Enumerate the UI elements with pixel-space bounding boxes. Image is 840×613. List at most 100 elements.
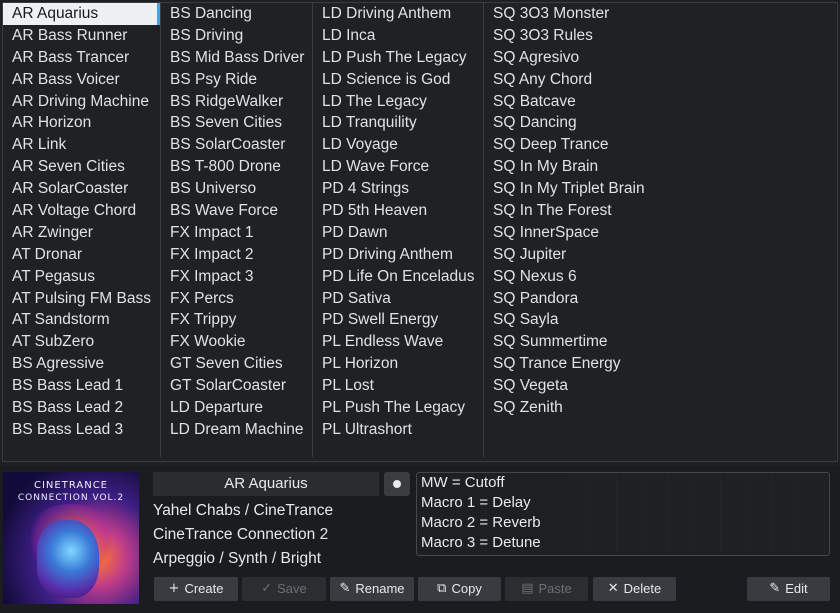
preset-item[interactable]: BS Mid Bass Driver bbox=[161, 47, 312, 69]
preset-item[interactable]: BS Wave Force bbox=[161, 200, 312, 222]
preset-item[interactable]: PD Swell Energy bbox=[313, 309, 483, 331]
preset-item[interactable]: AR Bass Runner bbox=[3, 25, 160, 47]
preset-item[interactable]: SQ Sayla bbox=[484, 309, 834, 331]
preset-item[interactable]: AR Link bbox=[3, 134, 160, 156]
preset-item[interactable]: PL Ultrashort bbox=[313, 419, 483, 441]
preset-item[interactable]: FX Impact 3 bbox=[161, 266, 312, 288]
preset-item[interactable]: SQ Agresivo bbox=[484, 47, 834, 69]
preset-item[interactable]: SQ Summertime bbox=[484, 331, 834, 353]
preset-item[interactable]: AR SolarCoaster bbox=[3, 178, 160, 200]
preset-item[interactable]: GT Seven Cities bbox=[161, 353, 312, 375]
cover-title: CINETRANCE bbox=[33, 480, 108, 491]
preset-item[interactable]: SQ Jupiter bbox=[484, 244, 834, 266]
preset-item[interactable]: SQ 3O3 Monster bbox=[484, 3, 834, 25]
preset-item[interactable]: BS RidgeWalker bbox=[161, 91, 312, 113]
preset-item[interactable]: SQ In My Triplet Brain bbox=[484, 178, 834, 200]
create-button[interactable]: + Create bbox=[154, 577, 238, 601]
preset-item[interactable]: AR Zwinger bbox=[3, 222, 160, 244]
preset-item[interactable]: BS T-800 Drone bbox=[161, 156, 312, 178]
macro-description: MW = Cutoff Macro 1 = Delay Macro 2 = Re… bbox=[416, 472, 830, 556]
copy-button[interactable]: ⧉ Copy bbox=[418, 577, 501, 601]
edit-label: Edit bbox=[785, 581, 808, 596]
preset-item[interactable]: AT Pulsing FM Bass bbox=[3, 288, 160, 310]
preset-item[interactable]: BS Driving bbox=[161, 25, 312, 47]
preset-item[interactable]: BS Agressive bbox=[3, 353, 160, 375]
preset-item[interactable]: AR Bass Voicer bbox=[3, 69, 160, 91]
preset-item[interactable]: PD Sativa bbox=[313, 288, 483, 310]
preset-item[interactable]: SQ 3O3 Rules bbox=[484, 25, 834, 47]
preset-item[interactable]: BS Dancing bbox=[161, 3, 312, 25]
preset-item[interactable]: AR Bass Trancer bbox=[3, 47, 160, 69]
preset-item[interactable]: PL Lost bbox=[313, 375, 483, 397]
preset-item[interactable]: LD Inca bbox=[313, 25, 483, 47]
favorite-button[interactable] bbox=[384, 472, 410, 496]
preset-item[interactable]: BS Bass Lead 2 bbox=[3, 397, 160, 419]
preset-item[interactable]: SQ Nexus 6 bbox=[484, 266, 834, 288]
save-button[interactable]: ✓ Save bbox=[242, 577, 326, 601]
preset-item[interactable]: AT SubZero bbox=[3, 331, 160, 353]
preset-item[interactable]: PL Horizon bbox=[313, 353, 483, 375]
preset-item[interactable]: SQ Deep Trance bbox=[484, 134, 834, 156]
preset-item[interactable]: AR Aquarius bbox=[3, 3, 160, 25]
delete-button[interactable]: ✕ Delete bbox=[593, 577, 676, 601]
edit-button[interactable]: ✎ Edit bbox=[747, 577, 830, 601]
preset-item[interactable]: SQ Pandora bbox=[484, 288, 834, 310]
preset-item[interactable]: PD Life On Enceladus bbox=[313, 266, 483, 288]
preset-item[interactable]: PL Endless Wave bbox=[313, 331, 483, 353]
preset-item[interactable]: SQ InnerSpace bbox=[484, 222, 834, 244]
preset-item[interactable]: LD Push The Legacy bbox=[313, 47, 483, 69]
preset-item[interactable]: PD Dawn bbox=[313, 222, 483, 244]
preset-item[interactable]: AT Pegasus bbox=[3, 266, 160, 288]
preset-item[interactable]: GT SolarCoaster bbox=[161, 375, 312, 397]
preset-column-4: SQ 3O3 Monster SQ 3O3 Rules SQ Agresivo SQ … bbox=[484, 3, 834, 457]
paste-button[interactable]: ▤ Paste bbox=[505, 577, 588, 601]
preset-item[interactable]: LD Dream Machine bbox=[161, 419, 312, 441]
preset-item[interactable]: BS Psy Ride bbox=[161, 69, 312, 91]
pencil-icon: ✎ bbox=[339, 581, 351, 596]
copy-label: Copy bbox=[451, 581, 482, 596]
preset-item[interactable]: SQ In The Forest bbox=[484, 200, 834, 222]
preset-item[interactable]: LD Science is God bbox=[313, 69, 483, 91]
preset-item[interactable]: BS Bass Lead 3 bbox=[3, 419, 160, 441]
preset-item[interactable]: SQ Batcave bbox=[484, 91, 834, 113]
preset-item[interactable]: LD The Legacy bbox=[313, 91, 483, 113]
preset-item[interactable]: SQ Vegeta bbox=[484, 375, 834, 397]
preset-item[interactable]: SQ Any Chord bbox=[484, 69, 834, 91]
preset-item[interactable]: FX Impact 1 bbox=[161, 222, 312, 244]
rename-button[interactable]: ✎ Rename bbox=[330, 577, 414, 601]
preset-item[interactable]: PD 5th Heaven bbox=[313, 200, 483, 222]
delete-label: Delete bbox=[623, 581, 662, 596]
preset-item[interactable]: AR Driving Machine bbox=[3, 91, 160, 113]
preset-item[interactable]: AR Seven Cities bbox=[3, 156, 160, 178]
preset-item[interactable]: SQ Trance Energy bbox=[484, 353, 834, 375]
pencil-icon: ✎ bbox=[769, 581, 781, 596]
preset-item[interactable]: PD Driving Anthem bbox=[313, 244, 483, 266]
preset-item[interactable]: BS Bass Lead 1 bbox=[3, 375, 160, 397]
preset-item[interactable]: FX Trippy bbox=[161, 309, 312, 331]
preset-item[interactable]: BS Universo bbox=[161, 178, 312, 200]
preset-item[interactable]: AR Horizon bbox=[3, 112, 160, 134]
preset-item[interactable]: LD Wave Force bbox=[313, 156, 483, 178]
preset-item[interactable]: SQ Zenith bbox=[484, 397, 834, 419]
preset-list: AR Aquarius AR Bass Runner AR Bass Trancer… bbox=[2, 2, 838, 462]
close-icon: ✕ bbox=[607, 581, 619, 596]
preset-item[interactable]: PL Push The Legacy bbox=[313, 397, 483, 419]
preset-item[interactable]: BS Seven Cities bbox=[161, 112, 312, 134]
preset-item[interactable]: PD 4 Strings bbox=[313, 178, 483, 200]
preset-item[interactable]: FX Wookie bbox=[161, 331, 312, 353]
preset-item[interactable]: AT Sandstorm bbox=[3, 309, 160, 331]
preset-item[interactable]: SQ Dancing bbox=[484, 112, 834, 134]
preset-item[interactable]: BS SolarCoaster bbox=[161, 134, 312, 156]
preset-item[interactable]: LD Tranquility bbox=[313, 112, 483, 134]
preset-item[interactable]: LD Driving Anthem bbox=[313, 3, 483, 25]
preset-item[interactable]: AT Dronar bbox=[3, 244, 160, 266]
preset-item[interactable]: FX Percs bbox=[161, 288, 312, 310]
clipboard-icon: ▤ bbox=[521, 581, 534, 596]
preset-item[interactable]: LD Departure bbox=[161, 397, 312, 419]
cover-art: CINETRANCE CONNECTION VOL.2 bbox=[3, 472, 139, 604]
preset-item[interactable]: AR Voltage Chord bbox=[3, 200, 160, 222]
preset-name-display[interactable]: AR Aquarius bbox=[153, 472, 379, 496]
preset-item[interactable]: SQ In My Brain bbox=[484, 156, 834, 178]
preset-item[interactable]: FX Impact 2 bbox=[161, 244, 312, 266]
preset-item[interactable]: LD Voyage bbox=[313, 134, 483, 156]
